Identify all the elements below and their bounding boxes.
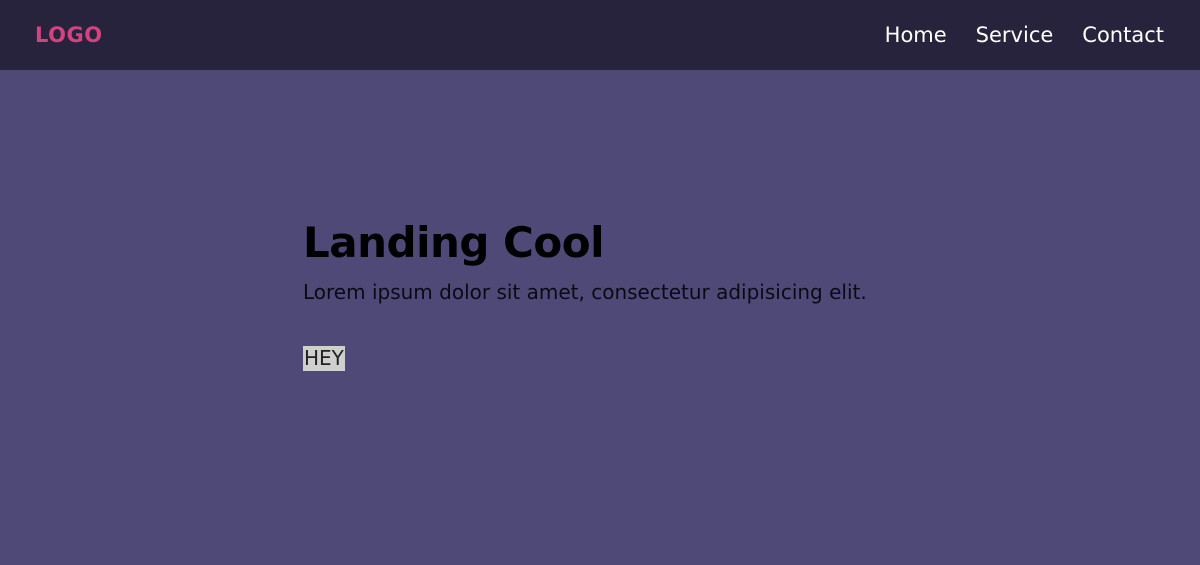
hero-section: Landing Cool Lorem ipsum dolor sit amet,… bbox=[0, 70, 1200, 565]
hero-description: Lorem ipsum dolor sit amet, consectetur … bbox=[303, 280, 867, 304]
main-nav: Home Service Contact bbox=[856, 23, 1164, 47]
navbar: LOGO Home Service Contact bbox=[0, 0, 1200, 70]
nav-link-service[interactable]: Service bbox=[976, 23, 1054, 47]
logo-link[interactable]: LOGO bbox=[35, 23, 103, 47]
hey-button[interactable]: HEY bbox=[303, 346, 345, 371]
nav-link-contact[interactable]: Contact bbox=[1082, 23, 1164, 47]
hero-content: Landing Cool Lorem ipsum dolor sit amet,… bbox=[303, 217, 903, 371]
nav-link-home[interactable]: Home bbox=[885, 23, 947, 47]
hero-title: Landing Cool bbox=[303, 218, 604, 267]
